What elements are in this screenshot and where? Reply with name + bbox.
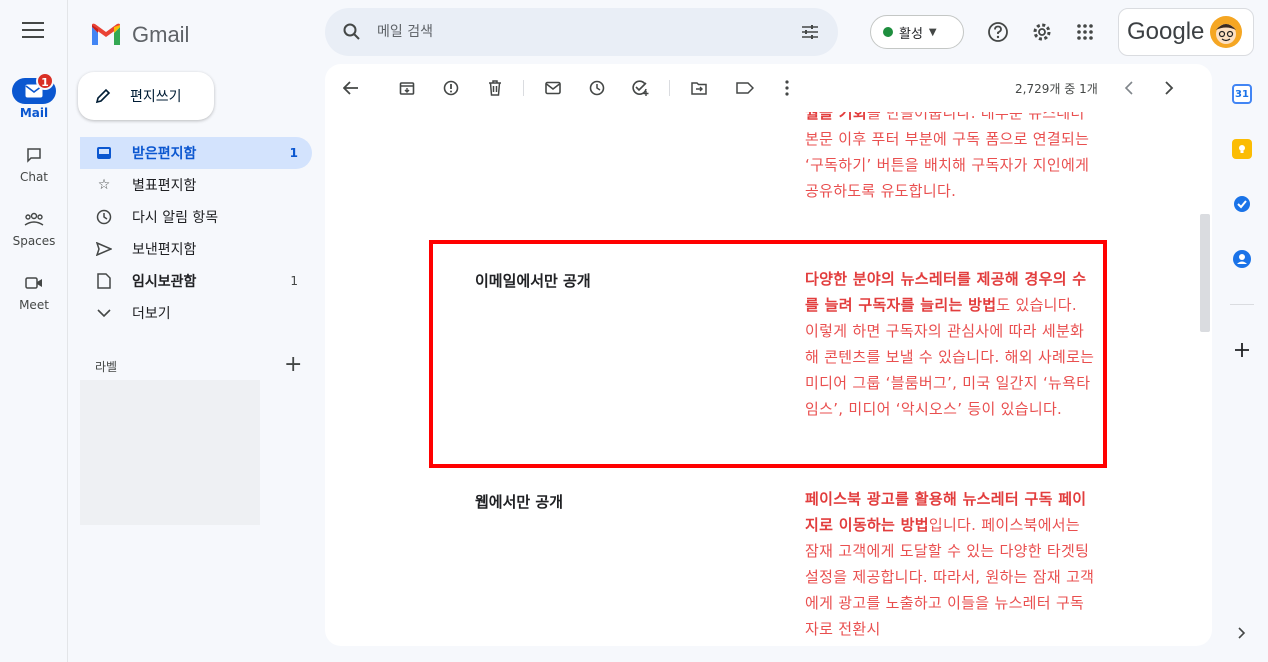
highlight-box (429, 240, 1107, 468)
archive-icon[interactable] (397, 78, 417, 98)
toolbar-divider (669, 80, 670, 96)
sidebar-item-inbox[interactable]: 받은편지함 1 (80, 137, 312, 169)
more-vert-icon[interactable] (777, 78, 797, 98)
sidebar-item-label: 다시 알림 항목 (132, 210, 219, 226)
add-addon-plus-icon[interactable] (1232, 340, 1252, 360)
tasks-icon[interactable] (1232, 194, 1252, 214)
labels-area (80, 380, 260, 525)
settings-gear-icon[interactable] (1030, 20, 1054, 44)
unread-count: 1 (289, 146, 298, 160)
rail-chat-label: Chat (19, 170, 49, 184)
calendar-icon[interactable]: 31 (1232, 84, 1252, 104)
add-label-button[interactable]: + (284, 352, 302, 377)
rail-meet[interactable]: Meet (0, 270, 68, 312)
filter-options-icon[interactable] (800, 22, 820, 42)
status-label: 활성 (899, 26, 923, 42)
email-paragraph-partial: 월을 기회를 만들어줍니다. 대부분 뉴스레터 본문 이후 푸터 부분에 구독 … (805, 112, 1095, 204)
chevron-right-icon[interactable] (1159, 78, 1179, 98)
expand-panel-chevron-icon[interactable] (1232, 623, 1252, 643)
pagination-text: 2,729개 중 1개 (1015, 82, 1098, 96)
sidebar-nav: 받은편지함 1 ☆ 별표편지함 다시 알림 항목 보낸편지함 임시보관함 1 더… (80, 137, 312, 329)
snooze-clock-icon[interactable] (587, 78, 607, 98)
sidebar-item-label: 받은편지함 (132, 146, 197, 162)
add-task-icon[interactable] (631, 78, 651, 98)
mark-unread-icon[interactable] (543, 78, 563, 98)
status-dot (883, 27, 893, 37)
status-selector[interactable]: 활성 ▼ (870, 15, 964, 49)
scrollbar-thumb[interactable] (1200, 214, 1210, 332)
sidebar-item-label: 보낸편지함 (132, 242, 197, 258)
sidebar-item-drafts[interactable]: 임시보관함 1 (80, 265, 312, 297)
caret-down-icon: ▼ (928, 26, 937, 38)
rail-meet-label: Meet (19, 298, 49, 312)
chevron-left-icon[interactable] (1119, 78, 1139, 98)
sidebar-item-snoozed[interactable]: 다시 알림 항목 (80, 201, 312, 233)
search-icon[interactable] (343, 23, 361, 41)
compose-label: 편지쓰기 (130, 89, 182, 105)
bold-phrase: 월을 기회 (805, 112, 867, 122)
message-toolbar: 2,729개 중 1개 (325, 64, 1212, 112)
paragraph-text: 입니다. 페이스북에서는 잠재 고객에게 도달할 수 있는 다양한 타겟팅 설정… (805, 516, 1095, 638)
sidebar-item-more[interactable]: 더보기 (80, 297, 312, 329)
compose-button[interactable]: 편지쓰기 (78, 72, 214, 120)
send-icon (94, 242, 114, 256)
paragraph-text: 를 만들어줍니다. 대부분 뉴스레터 본문 이후 푸터 부분에 구독 폼으로 연… (805, 112, 1090, 200)
gmail-m-icon (92, 23, 120, 45)
sidebar-item-label: 별표편지함 (132, 178, 197, 194)
video-camera-icon (18, 270, 50, 296)
rail-mail[interactable]: 1 Mail (0, 72, 68, 120)
apps-grid-icon[interactable] (1073, 20, 1097, 44)
sidebar-item-starred[interactable]: ☆ 별표편지함 (80, 169, 312, 201)
side-panel-divider (1230, 304, 1254, 305)
clock-icon (94, 209, 114, 225)
star-icon: ☆ (97, 177, 111, 193)
email-paragraph-2: 페이스북 광고를 활용해 뉴스레터 구독 페이지로 이동하는 방법입니다. 페이… (805, 486, 1095, 642)
email-body: 월을 기회를 만들어줍니다. 대부분 뉴스레터 본문 이후 푸터 부분에 구독 … (325, 112, 1195, 646)
message-pane: 2,729개 중 1개 월을 기회를 만들어줍니다. 대부분 뉴스레터 본문 이… (325, 64, 1212, 646)
row-label-web-only: 웹에서만 공개 (475, 493, 564, 511)
side-panel: 31 (1222, 64, 1268, 662)
label-tag-icon[interactable] (735, 78, 755, 98)
chevron-down-icon (94, 308, 114, 318)
account-switcher[interactable]: Google (1118, 8, 1254, 56)
gmail-logo-text: Gmail (132, 22, 190, 47)
main-menu-icon[interactable] (22, 22, 44, 42)
pencil-icon (95, 88, 111, 104)
sidebar-item-sent[interactable]: 보낸편지함 (80, 233, 312, 265)
keep-icon[interactable] (1232, 139, 1252, 159)
chat-icon (18, 142, 50, 168)
rail-chat[interactable]: Chat (0, 142, 68, 184)
search-bar (325, 8, 838, 56)
draft-count: 1 (290, 274, 298, 288)
avatar (1210, 16, 1243, 48)
rail-spaces[interactable]: Spaces (0, 206, 68, 248)
gmail-logo[interactable]: Gmail (90, 22, 189, 48)
left-rail: 1 Mail Chat Spaces Meet (0, 0, 68, 662)
mail-badge: 1 (36, 72, 54, 90)
move-to-folder-icon[interactable] (689, 78, 709, 98)
delete-trash-icon[interactable] (485, 78, 505, 98)
sidebar-item-label: 임시보관함 (132, 274, 197, 290)
inbox-icon (94, 146, 114, 160)
draft-icon (94, 273, 114, 289)
rail-spaces-label: Spaces (12, 234, 56, 248)
back-arrow-icon[interactable] (341, 78, 361, 98)
spaces-icon (18, 206, 50, 232)
google-wordmark: Google (1127, 18, 1205, 45)
sidebar-item-label: 더보기 (132, 306, 171, 322)
search-input[interactable] (377, 24, 757, 40)
help-icon[interactable] (986, 20, 1010, 44)
labels-heading: 라벨 (95, 360, 118, 374)
toolbar-divider (523, 80, 524, 96)
report-spam-icon[interactable] (441, 78, 461, 98)
rail-mail-label: Mail (19, 106, 49, 120)
contacts-icon[interactable] (1232, 249, 1252, 269)
